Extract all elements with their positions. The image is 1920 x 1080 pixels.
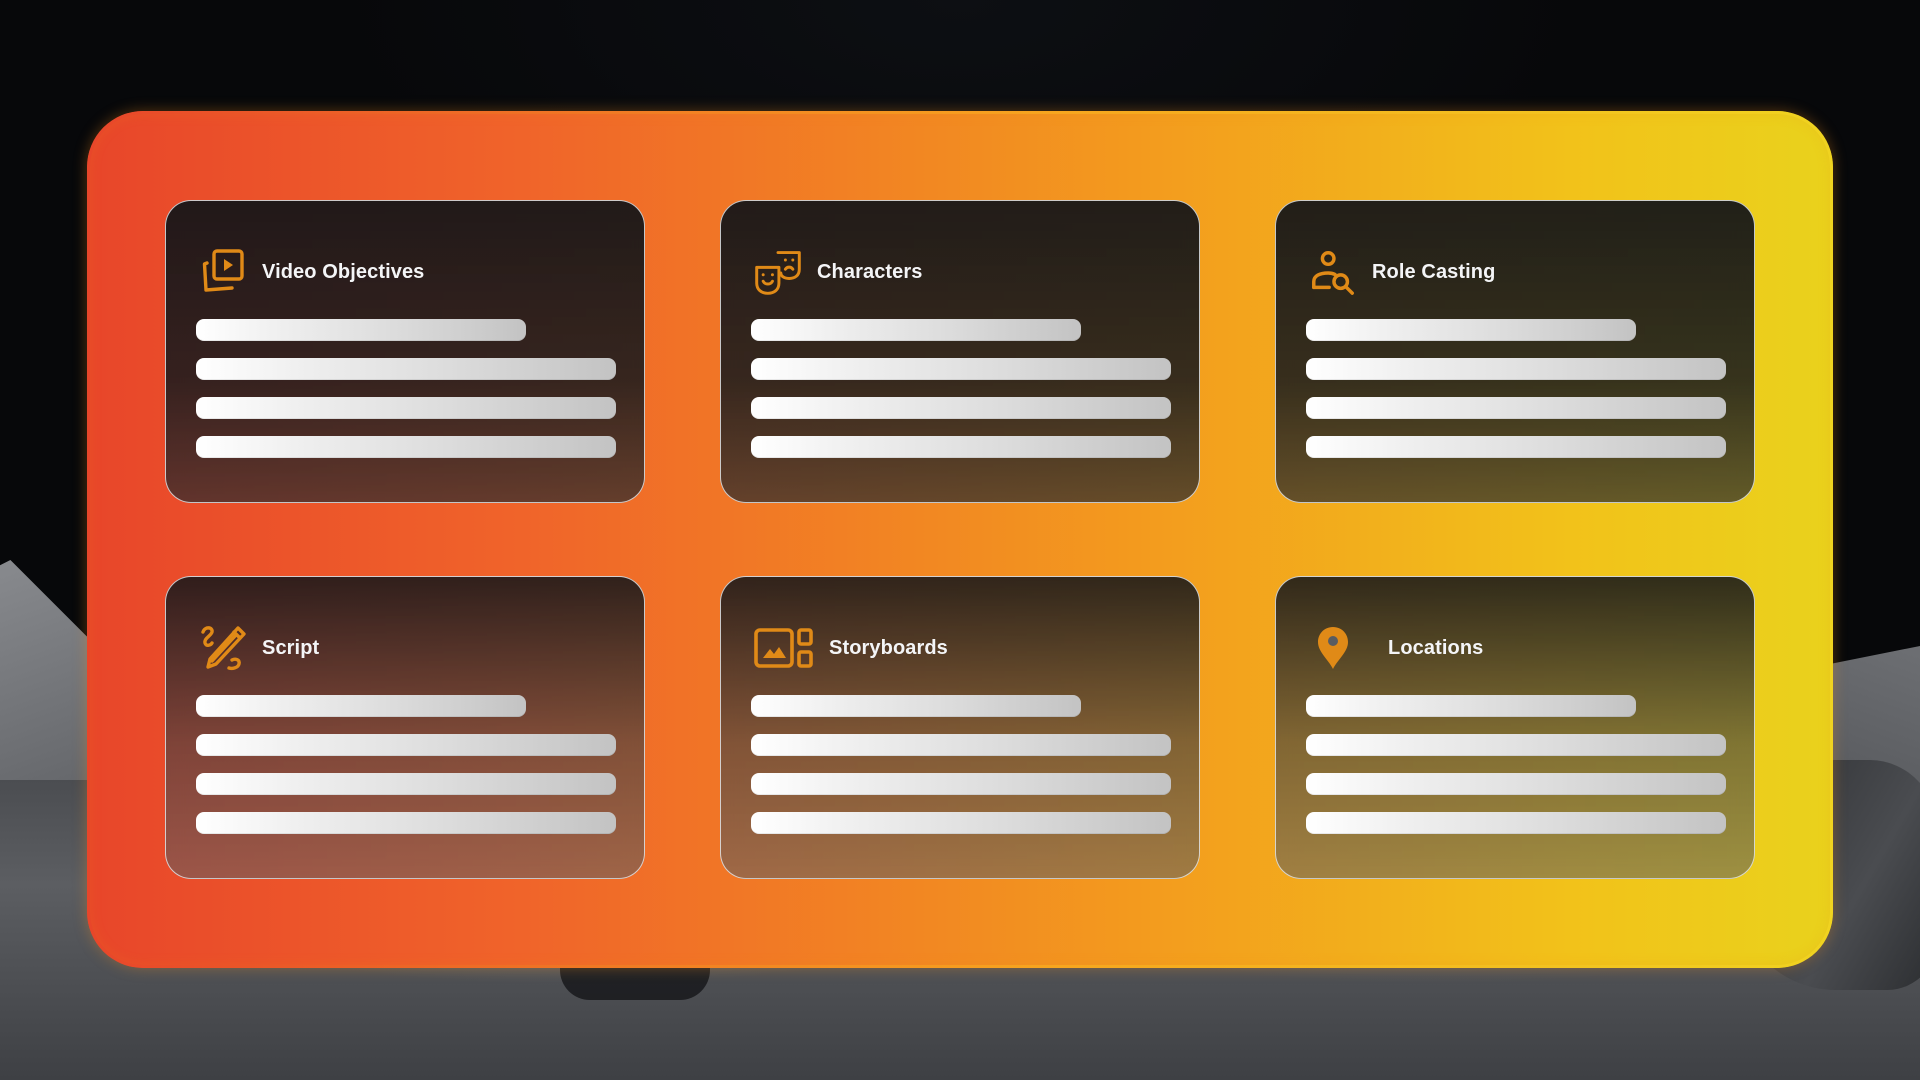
- card-title: Locations: [1388, 636, 1484, 659]
- placeholder-line: [196, 695, 526, 717]
- placeholder-lines: [1306, 695, 1726, 851]
- card-header: Role Casting: [1308, 247, 1495, 297]
- card-header: Script: [198, 623, 319, 673]
- pencil-scribble-icon: [198, 623, 248, 673]
- map-pin-icon: [1308, 623, 1358, 673]
- placeholder-line: [196, 812, 616, 834]
- card-header: Storyboards: [753, 623, 948, 673]
- placeholder-line: [1306, 773, 1726, 795]
- placeholder-line: [751, 734, 1171, 756]
- placeholder-line: [1306, 812, 1726, 834]
- placeholder-lines: [1306, 319, 1726, 475]
- placeholder-line: [1306, 734, 1726, 756]
- placeholder-line: [751, 397, 1171, 419]
- placeholder-line: [1306, 695, 1636, 717]
- theater-masks-icon: [753, 247, 803, 297]
- placeholder-line: [1306, 358, 1726, 380]
- placeholder-line: [751, 812, 1171, 834]
- placeholder-line: [196, 397, 616, 419]
- card-script[interactable]: Script: [165, 576, 645, 879]
- placeholder-line: [196, 734, 616, 756]
- placeholder-line: [1306, 319, 1636, 341]
- placeholder-line: [196, 358, 616, 380]
- card-title: Characters: [817, 260, 923, 283]
- card-title: Video Objectives: [262, 260, 425, 283]
- person-search-icon: [1308, 247, 1358, 297]
- card-characters[interactable]: Characters: [720, 200, 1200, 503]
- placeholder-line: [1306, 436, 1726, 458]
- placeholder-line: [751, 773, 1171, 795]
- card-header: Locations: [1308, 623, 1483, 673]
- card-header: Characters: [753, 247, 923, 297]
- placeholder-lines: [196, 319, 616, 475]
- card-role-casting[interactable]: Role Casting: [1275, 200, 1755, 503]
- placeholder-lines: [751, 319, 1171, 475]
- card-header: Video Objectives: [198, 247, 424, 297]
- video-play-stack-icon: [198, 247, 248, 297]
- placeholder-lines: [751, 695, 1171, 851]
- placeholder-line: [751, 436, 1171, 458]
- placeholder-line: [196, 319, 526, 341]
- card-title: Storyboards: [829, 636, 948, 659]
- card-title: Role Casting: [1372, 260, 1496, 283]
- placeholder-line: [751, 319, 1081, 341]
- image-grid-icon: [753, 623, 815, 673]
- card-title: Script: [262, 636, 320, 659]
- placeholder-line: [196, 773, 616, 795]
- placeholder-line: [751, 695, 1081, 717]
- card-locations[interactable]: Locations: [1275, 576, 1755, 879]
- placeholder-lines: [196, 695, 616, 851]
- background-scene: Video Objectives Characters Role Casting…: [0, 0, 1920, 1080]
- placeholder-line: [196, 436, 616, 458]
- card-video-objectives[interactable]: Video Objectives: [165, 200, 645, 503]
- placeholder-line: [1306, 397, 1726, 419]
- card-storyboards[interactable]: Storyboards: [720, 576, 1200, 879]
- placeholder-line: [751, 358, 1171, 380]
